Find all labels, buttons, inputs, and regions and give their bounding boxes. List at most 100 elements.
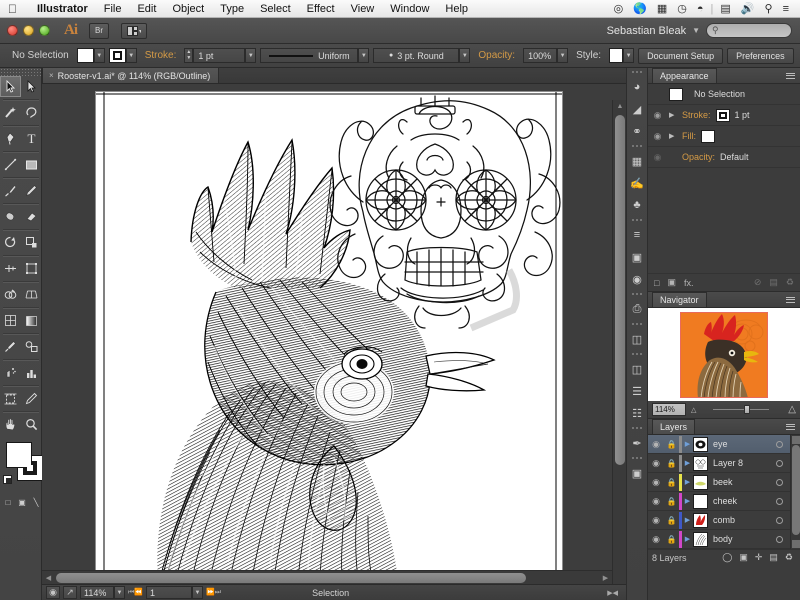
layer-visibility-icon[interactable]: ◉ [648, 477, 664, 488]
column-graph-tool[interactable] [21, 362, 42, 383]
scale-tool[interactable] [21, 232, 42, 253]
symbol-sprayer-tool[interactable] [0, 362, 21, 383]
layers-scroll-thumb[interactable] [792, 445, 800, 535]
appearance-row-fill[interactable]: ◉ ▶ Fill: [648, 126, 800, 147]
links-panel-icon[interactable]: ☷ [627, 402, 647, 424]
shape-builder-tool[interactable] [0, 284, 21, 305]
arrange-documents-button[interactable] [121, 23, 147, 39]
align-panel-icon[interactable]: ≡ [627, 224, 647, 246]
chevron-down-icon[interactable]: ▼ [690, 26, 706, 35]
artboard-dropdown-icon[interactable]: ▼ [192, 586, 203, 599]
gradient-icon[interactable]: ▣ [15, 495, 29, 509]
layer-name[interactable]: Layer 8 [713, 458, 768, 468]
layer-lock-icon[interactable]: 🔒 [664, 497, 679, 506]
layer-target-icon[interactable] [768, 536, 790, 543]
menu-item-edit[interactable]: Edit [129, 3, 164, 15]
layer-row-comb[interactable]: ◉ 🔒 ▶ comb [648, 511, 790, 530]
layer-row-body[interactable]: ◉ 🔒 ▶ body [648, 530, 790, 549]
document-setup-button[interactable]: Document Setup [638, 48, 723, 64]
zoom-tool[interactable] [21, 414, 42, 435]
appearance-panel-menu-icon[interactable] [786, 73, 796, 79]
menu-item-help[interactable]: Help [437, 3, 476, 15]
stroke-weight-control[interactable]: ▲▼ 1 pt ▼ [184, 48, 256, 63]
mesh-tool[interactable] [0, 310, 21, 331]
layer-lock-icon[interactable]: 🔒 [664, 459, 679, 468]
appearance-panel-tab[interactable]: Appearance [652, 68, 717, 83]
create-new-layer-icon[interactable]: ✛ [755, 552, 763, 563]
navigator-panel-tab[interactable]: Navigator [652, 292, 707, 307]
opacity-dropdown-icon[interactable]: ▼ [557, 48, 568, 63]
stroke-swatch[interactable] [109, 48, 126, 63]
pencil-tool[interactable] [21, 180, 42, 201]
delete-layer-icon[interactable]: ♻ [785, 552, 793, 563]
layers-vertical-scrollbar[interactable] [790, 435, 800, 549]
eyedropper-tool[interactable] [0, 336, 21, 357]
stroke-color-control[interactable]: ▼ [109, 48, 137, 63]
brush-dropdown-icon[interactable]: ▼ [459, 48, 470, 63]
menu-item-select[interactable]: Select [252, 3, 299, 15]
none-icon[interactable]: ╲ [29, 495, 43, 509]
preferences-button[interactable]: Preferences [727, 48, 794, 64]
artboard-number-control[interactable]: 1 ▼ [146, 586, 203, 599]
vertical-scroll-thumb[interactable] [615, 115, 625, 465]
appearance-stroke-swatch[interactable] [716, 109, 730, 122]
menu-item-object[interactable]: Object [164, 3, 212, 15]
selection-tool[interactable] [0, 76, 21, 97]
layer-row-beek[interactable]: ◉ 🔒 ▶ beek [648, 473, 790, 492]
navigator-thumbnail-area[interactable] [648, 308, 800, 401]
direct-selection-tool[interactable] [21, 76, 42, 97]
free-transform-tool[interactable] [21, 258, 42, 279]
graphic-styles-panel-icon[interactable]: ◉ [627, 268, 647, 290]
layer-visibility-icon[interactable]: ◉ [648, 515, 664, 526]
layer-expand-icon[interactable]: ▶ [682, 440, 693, 448]
appearance-fill-swatch[interactable] [701, 130, 715, 143]
layers-panel-tab[interactable]: Layers [652, 419, 695, 434]
minimize-window-button[interactable] [23, 25, 34, 36]
slider-knob[interactable] [744, 405, 750, 414]
artboard-tool[interactable] [0, 388, 21, 409]
menu-item-type[interactable]: Type [212, 3, 252, 15]
dock-grip-6[interactable] [627, 350, 647, 358]
zoom-in-icon[interactable]: △ [788, 404, 796, 415]
color-guide-icon[interactable]: ◢ [627, 98, 647, 120]
perspective-grid-tool[interactable] [21, 284, 42, 305]
color-none-icon[interactable]: □ [1, 495, 15, 509]
width-tool[interactable] [0, 258, 21, 279]
close-window-button[interactable] [7, 25, 18, 36]
zoom-out-icon[interactable]: △ [691, 406, 696, 414]
scroll-left-icon[interactable]: ◀ [42, 571, 55, 585]
bridge-button[interactable]: Br [89, 23, 109, 39]
visibility-eye-icon[interactable]: ◉ [651, 131, 664, 142]
layer-lock-icon[interactable]: 🔒 [664, 478, 679, 487]
export-icon[interactable]: ↗ [63, 586, 77, 599]
visibility-eye-icon[interactable]: ◉ [651, 110, 664, 121]
zoom-dropdown-icon[interactable]: ▼ [114, 586, 125, 599]
image-trace-panel-icon[interactable]: ▣ [627, 462, 647, 484]
close-icon[interactable]: × [49, 71, 54, 80]
clear-appearance-icon[interactable]: ⊘ [754, 277, 762, 288]
blob-brush-tool[interactable] [0, 206, 21, 227]
layer-row-layer-8[interactable]: ◉ 🔒 ▶ Layer 8 [648, 454, 790, 473]
layer-expand-icon[interactable]: ▶ [682, 478, 693, 486]
document-tab-rooster[interactable]: × Rooster-v1.ai* @ 114% (RGB/Outline) [42, 67, 219, 83]
artboard[interactable] [95, 91, 563, 578]
layer-target-icon[interactable] [768, 441, 790, 448]
appearance-row-stroke[interactable]: ◉ ▶ Stroke: 1 pt [648, 105, 800, 126]
stroke-weight-value[interactable]: 1 pt [193, 48, 245, 63]
layer-target-icon[interactable] [768, 517, 790, 524]
zoom-window-button[interactable] [39, 25, 50, 36]
canvas-horizontal-scrollbar[interactable]: ◀ ▶ [42, 570, 612, 584]
tools-panel-grip[interactable] [0, 68, 41, 76]
scroll-right-icon[interactable]: ▶ [599, 571, 612, 585]
variable-width-profile-control[interactable]: Uniform ▼ [260, 48, 369, 63]
gradient-tool[interactable] [21, 310, 42, 331]
layer-row-eye[interactable]: ◉ 🔒 ▶ eye [648, 435, 790, 454]
chevron-right-icon[interactable]: ▶ [669, 132, 677, 140]
dock-grip-8[interactable] [627, 454, 647, 462]
hand-tool[interactable] [0, 414, 21, 435]
lasso-tool[interactable] [21, 102, 42, 123]
stroke-panel-icon[interactable]: ✒ [627, 432, 647, 454]
transparency-panel-icon[interactable]: ▦ [627, 150, 647, 172]
blend-tool[interactable] [21, 336, 42, 357]
dock-grip-2[interactable] [627, 142, 647, 150]
